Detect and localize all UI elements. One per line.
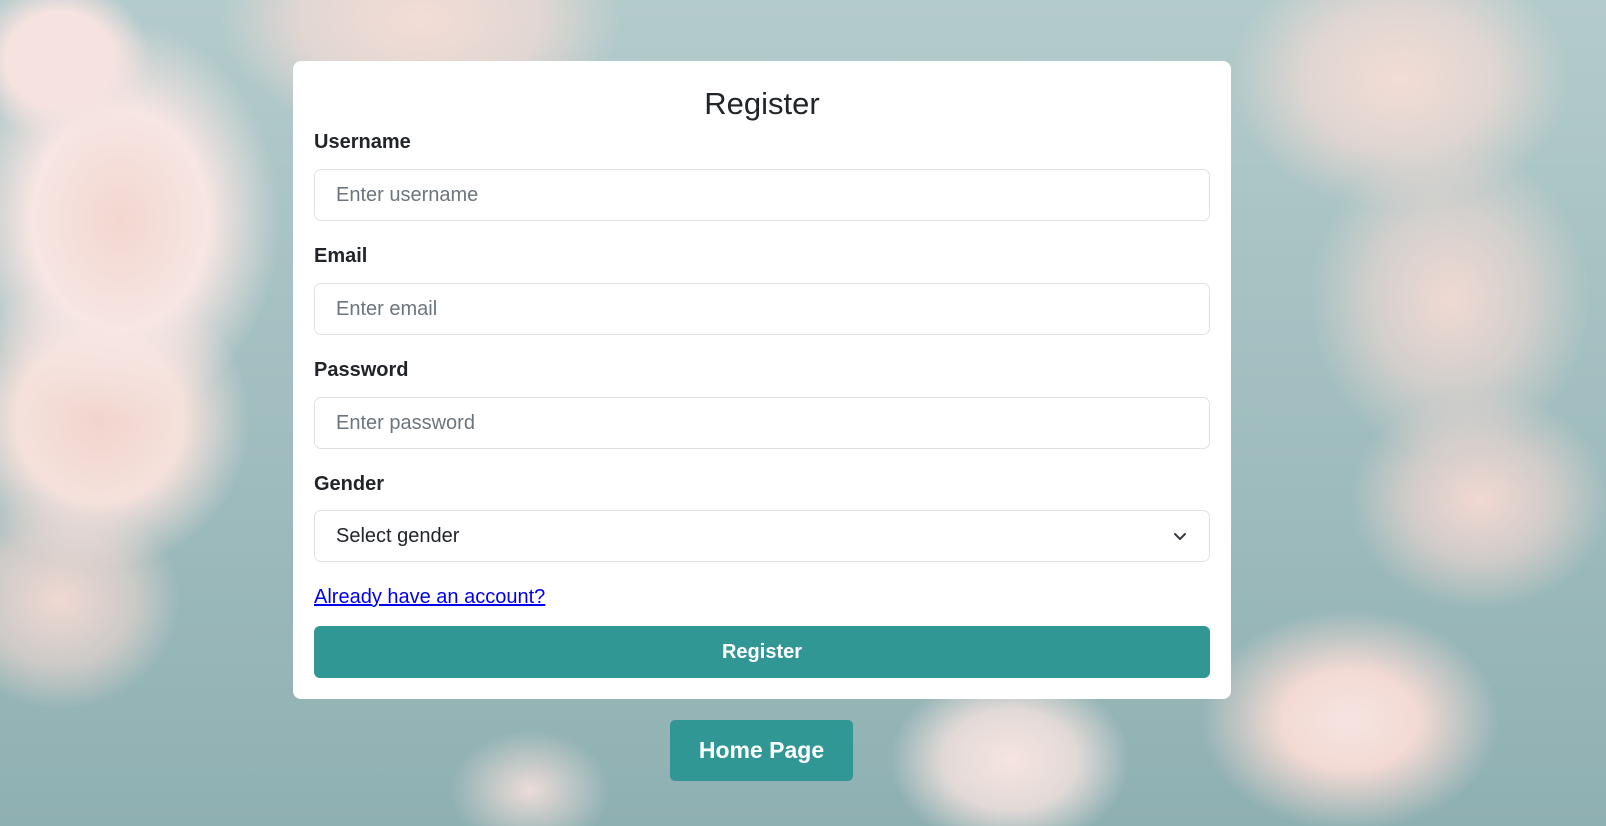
login-link[interactable]: Already have an account?: [314, 586, 545, 609]
username-input[interactable]: [314, 169, 1210, 221]
username-label: Username: [314, 131, 411, 153]
page-title: Register: [704, 86, 820, 121]
home-page-button[interactable]: Home Page: [670, 720, 853, 781]
gender-select-value: Select gender: [336, 524, 460, 547]
email-label: Email: [314, 245, 368, 267]
register-card: Register Username Email Password Gender …: [293, 61, 1231, 699]
email-input[interactable]: [314, 283, 1210, 335]
gender-label: Gender: [314, 473, 385, 495]
password-input[interactable]: [314, 397, 1210, 449]
register-button[interactable]: Register: [314, 626, 1210, 678]
password-label: Password: [314, 359, 409, 381]
chevron-down-icon: [1174, 533, 1186, 540]
gender-select[interactable]: Select gender: [314, 510, 1210, 562]
